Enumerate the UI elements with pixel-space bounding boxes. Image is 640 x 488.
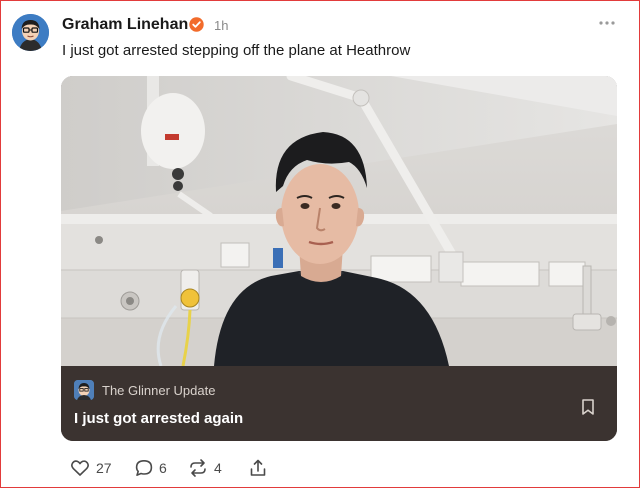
publication-name[interactable]: The Glinner Update — [102, 383, 215, 398]
publication-logo — [74, 380, 94, 400]
comment-count: 6 — [159, 460, 167, 476]
embedded-post-card[interactable]: The Glinner Update I just got arrested a… — [61, 76, 617, 441]
comment-icon — [135, 460, 153, 476]
post-photo — [61, 76, 617, 366]
more-options-icon[interactable] — [597, 16, 617, 30]
restack-button[interactable]: 4 — [188, 458, 232, 478]
like-count: 27 — [96, 460, 112, 476]
post-body-text: I just got arrested stepping off the pla… — [62, 42, 411, 59]
like-button[interactable]: 27 — [70, 458, 116, 478]
heart-icon — [71, 460, 89, 476]
post-actions-bar: 27 6 4 — [70, 458, 330, 478]
verified-badge-icon — [189, 17, 204, 32]
card-caption: The Glinner Update I just got arrested a… — [61, 366, 617, 441]
author-avatar[interactable] — [12, 14, 49, 51]
comment-button[interactable]: 6 — [134, 458, 174, 478]
card-headline[interactable]: I just got arrested again — [74, 410, 243, 427]
restack-count: 4 — [214, 460, 222, 476]
restack-icon — [190, 459, 206, 477]
post-timestamp[interactable]: 1h — [214, 18, 228, 33]
share-button[interactable] — [248, 458, 270, 478]
author-name[interactable]: Graham Linehan — [62, 16, 188, 34]
share-icon — [250, 459, 266, 476]
bookmark-icon[interactable] — [580, 398, 596, 416]
